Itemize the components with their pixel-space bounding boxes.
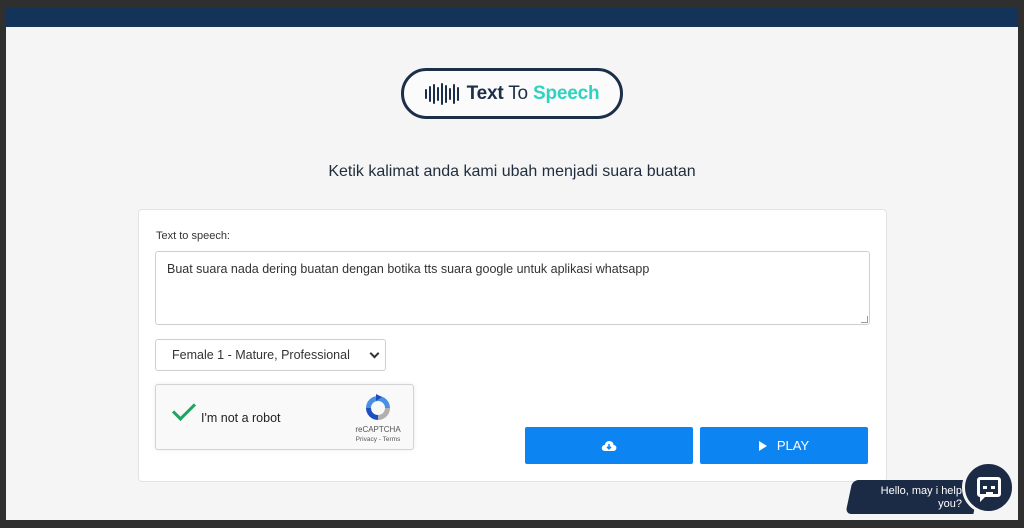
window-frame-right <box>1018 0 1024 528</box>
play-button[interactable]: PLAY <box>700 427 868 464</box>
voice-select[interactable]: Female 1 - Mature, Professional <box>155 339 386 371</box>
play-icon <box>758 440 767 451</box>
chat-bot-icon <box>977 477 1001 497</box>
logo-text: Text To Speech <box>467 83 600 105</box>
logo-text-speech: Speech <box>532 82 600 104</box>
recaptcha-widget[interactable]: I'm not a robot reCAPTCHA Privacy - Term… <box>155 384 414 450</box>
sound-wave-icon <box>424 82 459 106</box>
cloud-download-icon <box>601 440 617 451</box>
chevron-down-icon <box>369 348 380 359</box>
page-subtitle: Ketik kalimat anda kami ubah menjadi sua… <box>328 163 696 180</box>
recaptcha-label: I'm not a robot <box>201 411 281 425</box>
tts-text-input[interactable]: Buat suara nada dering buatan dengan bot… <box>155 251 870 325</box>
voice-select-value: Female 1 - Mature, Professional <box>172 348 350 362</box>
logo-text-bold: Text <box>466 82 504 104</box>
window-frame-bottom <box>0 520 1024 528</box>
recaptcha-logo-icon <box>366 394 390 420</box>
chat-bot-icon-tail <box>980 496 986 502</box>
page-content: Text To Speech Ketik kalimat anda kami u… <box>6 27 1018 520</box>
checkmark-icon[interactable] <box>171 396 197 422</box>
recaptcha-brand: reCAPTCHA <box>355 425 401 434</box>
textarea-resize-handle[interactable] <box>861 316 868 323</box>
text-to-speech-label: Text to speech: <box>156 230 230 242</box>
tts-form-card: Text to speech: Buat suara nada dering b… <box>138 209 887 482</box>
logo-text-to: To <box>508 82 528 104</box>
window-frame-top <box>0 0 1024 7</box>
play-button-label: PLAY <box>776 438 810 453</box>
download-button[interactable] <box>525 427 693 464</box>
recaptcha-privacy-terms-link[interactable]: Privacy - Terms <box>351 436 405 443</box>
chat-bot-button[interactable] <box>962 461 1015 514</box>
top-navbar <box>6 7 1018 27</box>
chat-message[interactable]: Hello, may i help you? <box>862 485 962 511</box>
site-logo[interactable]: Text To Speech <box>401 68 623 119</box>
